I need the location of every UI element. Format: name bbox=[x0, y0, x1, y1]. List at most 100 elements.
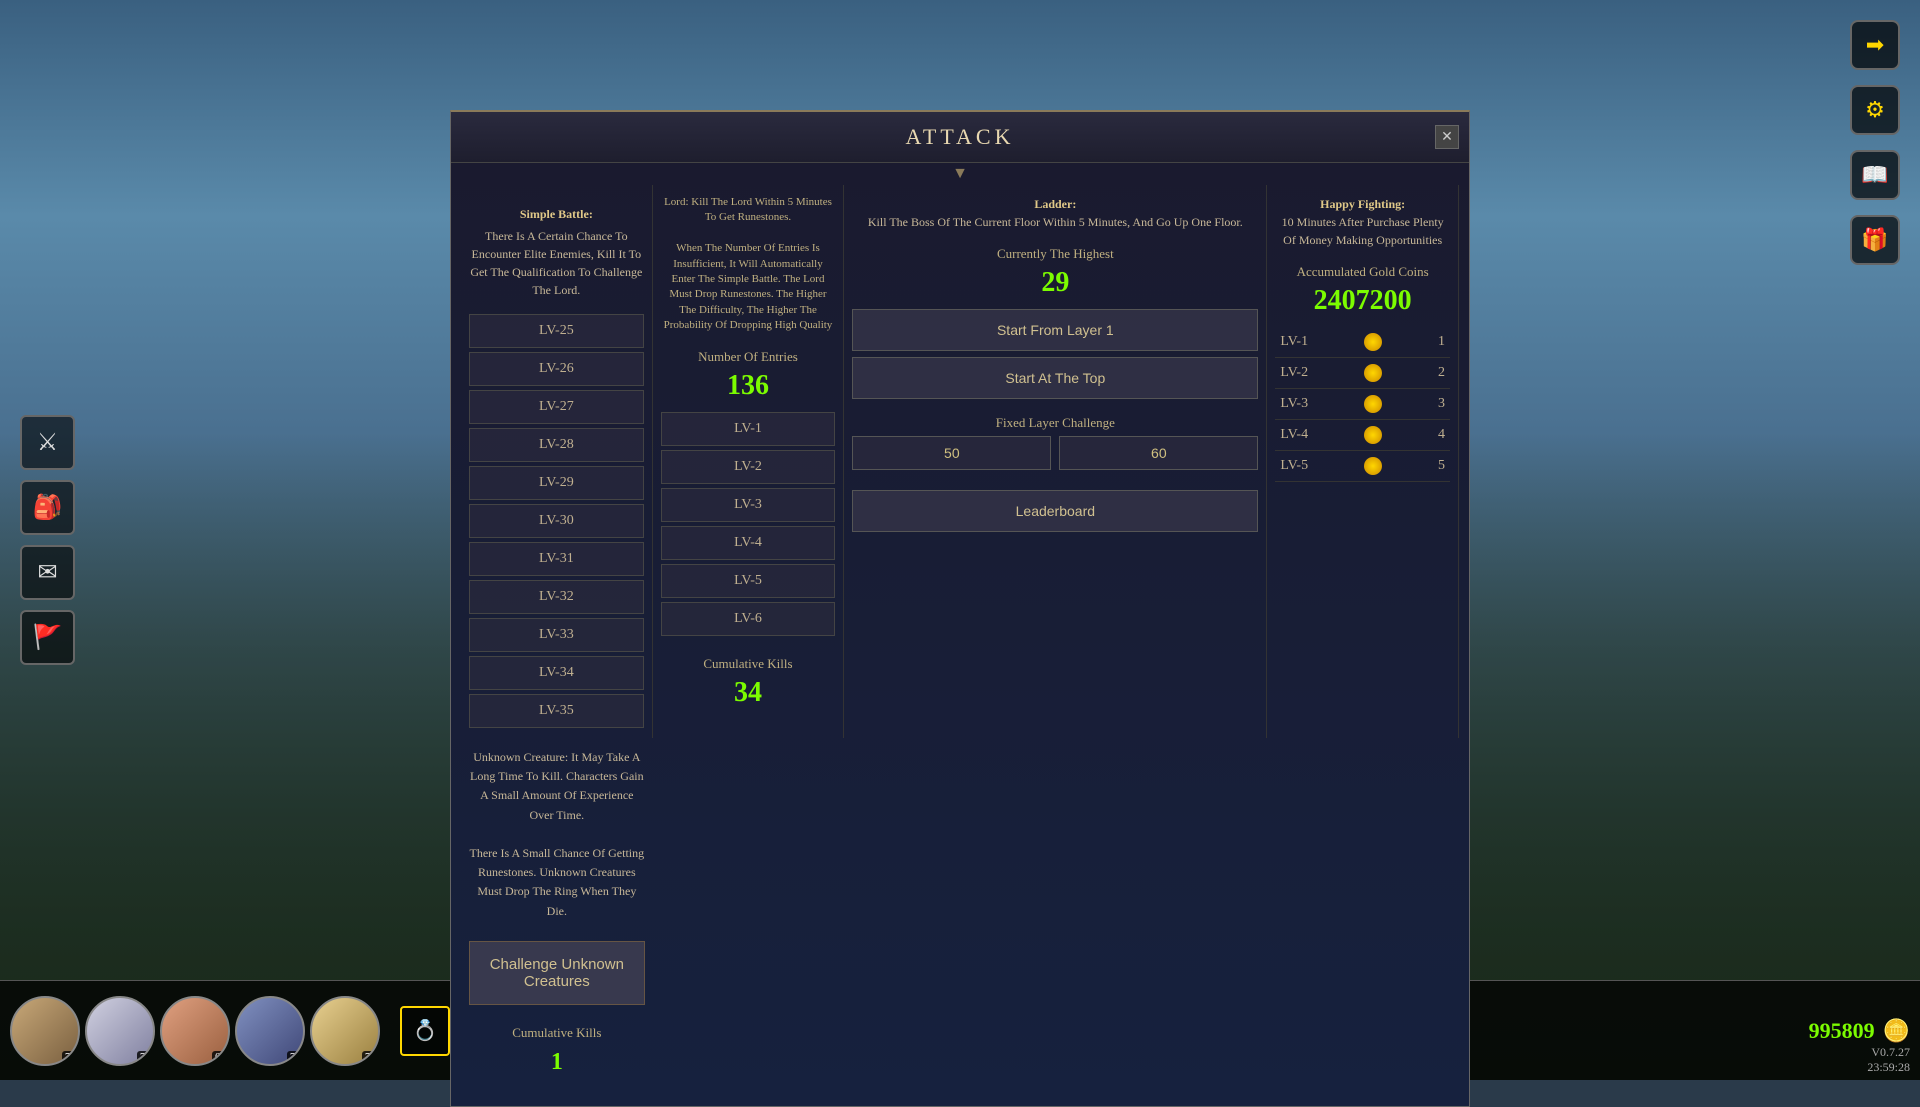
level-btn-31[interactable]: LV-31 bbox=[469, 542, 644, 576]
coin-row-3: LV-3 3 bbox=[1275, 389, 1450, 420]
ladder-description: Ladder: Kill The Boss Of The Current Flo… bbox=[852, 195, 1258, 231]
gear-icon[interactable]: ⚙ bbox=[1850, 85, 1900, 135]
coin-row-1-value: 1 bbox=[1438, 334, 1445, 350]
dialog-body: Simple Battle: There Is A Certain Chance… bbox=[451, 185, 1469, 1086]
start-from-layer-button[interactable]: Start From Layer 1 bbox=[852, 309, 1258, 351]
char-slot-4[interactable]: 74 bbox=[235, 996, 305, 1066]
entry-list: LV-1 LV-2 LV-3 LV-4 LV-5 LV-6 bbox=[661, 412, 836, 636]
level-list: LV-25 LV-26 LV-27 LV-28 LV-29 LV-30 LV-3… bbox=[469, 314, 644, 728]
char-5-level: 74 bbox=[362, 1051, 378, 1064]
col-ladder: Ladder: Kill The Boss Of The Current Flo… bbox=[844, 185, 1267, 738]
close-button[interactable]: ✕ bbox=[1435, 125, 1459, 149]
char-slot-3[interactable]: 66 bbox=[160, 996, 230, 1066]
coin-row-2: LV-2 2 bbox=[1275, 358, 1450, 389]
level-btn-26[interactable]: LV-26 bbox=[469, 352, 644, 386]
coin-row-5-value: 5 bbox=[1438, 458, 1445, 474]
gold-label: Accumulated Gold Coins bbox=[1275, 264, 1450, 280]
entries-label: Number Of Entries bbox=[661, 349, 836, 365]
highest-value: 29 bbox=[852, 267, 1258, 299]
level-btn-32[interactable]: LV-32 bbox=[469, 580, 644, 614]
level-btn-25[interactable]: LV-25 bbox=[469, 314, 644, 348]
currency-value: 995809 bbox=[1809, 1018, 1875, 1044]
char-4-level: 74 bbox=[287, 1051, 303, 1064]
level-btn-28[interactable]: LV-28 bbox=[469, 428, 644, 462]
cumulative-section: Cumulative Kills 34 bbox=[661, 656, 836, 709]
level-btn-33[interactable]: LV-33 bbox=[469, 618, 644, 652]
coin-row-4-value: 4 bbox=[1438, 427, 1445, 443]
coin-row-4-level: LV-4 bbox=[1280, 427, 1308, 443]
coin-icon-4 bbox=[1364, 426, 1382, 444]
entry-lv6[interactable]: LV-6 bbox=[661, 602, 836, 636]
level-btn-30[interactable]: LV-30 bbox=[469, 504, 644, 538]
coin-row-1-level: LV-1 bbox=[1280, 334, 1308, 350]
coin-row-2-level: LV-2 bbox=[1280, 365, 1308, 381]
unknown-creature-description: Unknown Creature: It May Take A Long Tim… bbox=[469, 748, 645, 921]
char-2-level: 74 bbox=[137, 1051, 153, 1064]
fixed-layer-inputs bbox=[852, 436, 1258, 470]
simple-battle-description: Simple Battle: There Is A Certain Chance… bbox=[469, 195, 644, 299]
mail-icon[interactable]: ✉ bbox=[20, 545, 75, 600]
char-slot-5[interactable]: 74 bbox=[310, 996, 380, 1066]
character-slots: 74 74 66 74 74 bbox=[10, 996, 380, 1066]
gift-icon[interactable]: 🎁 bbox=[1850, 215, 1900, 265]
attack-dialog: ATTACK ✕ ▼ Simple Battle: There Is A Cer… bbox=[450, 110, 1470, 1107]
leaderboard-button[interactable]: Leaderboard bbox=[852, 490, 1258, 532]
inv-slot-1[interactable]: 💍 bbox=[400, 1006, 450, 1056]
coin-row-3-value: 3 bbox=[1438, 396, 1445, 412]
entries-value: 136 bbox=[661, 370, 836, 402]
dialog-header: ATTACK ✕ bbox=[451, 112, 1469, 163]
col-unknown-creature: Unknown Creature: It May Take A Long Tim… bbox=[461, 738, 653, 1086]
char-1-level: 74 bbox=[62, 1051, 78, 1064]
unknown-cumulative-value: 1 bbox=[469, 1049, 645, 1076]
char-slot-1[interactable]: 74 bbox=[10, 996, 80, 1066]
version-text: V0.7.27 bbox=[1867, 1045, 1910, 1060]
currency-display: 995809 🪙 bbox=[1809, 1018, 1910, 1044]
start-at-top-button[interactable]: Start At The Top bbox=[852, 357, 1258, 399]
entry-lv4[interactable]: LV-4 bbox=[661, 526, 836, 560]
col-happy-fighting: Happy Fighting: 10 Minutes After Purchas… bbox=[1267, 185, 1459, 738]
level-btn-35[interactable]: LV-35 bbox=[469, 694, 644, 728]
coin-icon-1 bbox=[1364, 333, 1382, 351]
level-btn-29[interactable]: LV-29 bbox=[469, 466, 644, 500]
sword-icon[interactable]: ⚔ bbox=[20, 415, 75, 470]
coin-icon-5 bbox=[1364, 457, 1382, 475]
time-text: 23:59:28 bbox=[1867, 1060, 1910, 1075]
entry-lv3[interactable]: LV-3 bbox=[661, 488, 836, 522]
book-icon[interactable]: 📖 bbox=[1850, 150, 1900, 200]
entry-lv1[interactable]: LV-1 bbox=[661, 412, 836, 446]
col-lord-details: Lord: Kill The Lord Within 5 Minutes To … bbox=[653, 185, 845, 738]
left-sidebar: ⚔ 🎒 ✉ 🚩 bbox=[20, 415, 75, 665]
currency-icon: 🪙 bbox=[1883, 1018, 1910, 1044]
dialog-arrow: ▼ bbox=[451, 165, 1469, 183]
arrow-right-icon[interactable]: ➡ bbox=[1850, 20, 1900, 70]
highest-label: Currently The Highest bbox=[852, 246, 1258, 262]
char-slot-2[interactable]: 74 bbox=[85, 996, 155, 1066]
bag-icon[interactable]: 🎒 bbox=[20, 480, 75, 535]
entry-lv2[interactable]: LV-2 bbox=[661, 450, 836, 484]
coin-row-5-level: LV-5 bbox=[1280, 458, 1308, 474]
coin-row-2-value: 2 bbox=[1438, 365, 1445, 381]
lord-description: Lord: Kill The Lord Within 5 Minutes To … bbox=[661, 195, 836, 334]
flag-icon[interactable]: 🚩 bbox=[20, 610, 75, 665]
challenge-unknown-button[interactable]: Challenge Unknown Creatures bbox=[469, 941, 645, 1005]
coin-row-5: LV-5 5 bbox=[1275, 451, 1450, 482]
entry-lv5[interactable]: LV-5 bbox=[661, 564, 836, 598]
unknown-cumulative-label: Cumulative Kills bbox=[469, 1025, 645, 1041]
fixed-layer-input-1[interactable] bbox=[852, 436, 1051, 470]
fixed-layer-label: Fixed Layer Challenge bbox=[852, 415, 1258, 431]
char-3-level: 66 bbox=[212, 1051, 228, 1064]
coin-rows: LV-1 1 LV-2 2 LV-3 3 LV-4 4 bbox=[1275, 327, 1450, 482]
gold-value: 2407200 bbox=[1275, 285, 1450, 317]
cumulative-label: Cumulative Kills bbox=[661, 656, 836, 672]
fixed-layer-input-2[interactable] bbox=[1059, 436, 1258, 470]
fixed-layer-section: Fixed Layer Challenge bbox=[852, 415, 1258, 470]
coin-row-4: LV-4 4 bbox=[1275, 420, 1450, 451]
col-simple-battle: Simple Battle: There Is A Certain Chance… bbox=[461, 185, 653, 738]
coin-icon-2 bbox=[1364, 364, 1382, 382]
coin-row-1: LV-1 1 bbox=[1275, 327, 1450, 358]
coin-row-3-level: LV-3 bbox=[1280, 396, 1308, 412]
cumulative-value: 34 bbox=[661, 677, 836, 709]
level-btn-27[interactable]: LV-27 bbox=[469, 390, 644, 424]
coin-icon-3 bbox=[1364, 395, 1382, 413]
level-btn-34[interactable]: LV-34 bbox=[469, 656, 644, 690]
